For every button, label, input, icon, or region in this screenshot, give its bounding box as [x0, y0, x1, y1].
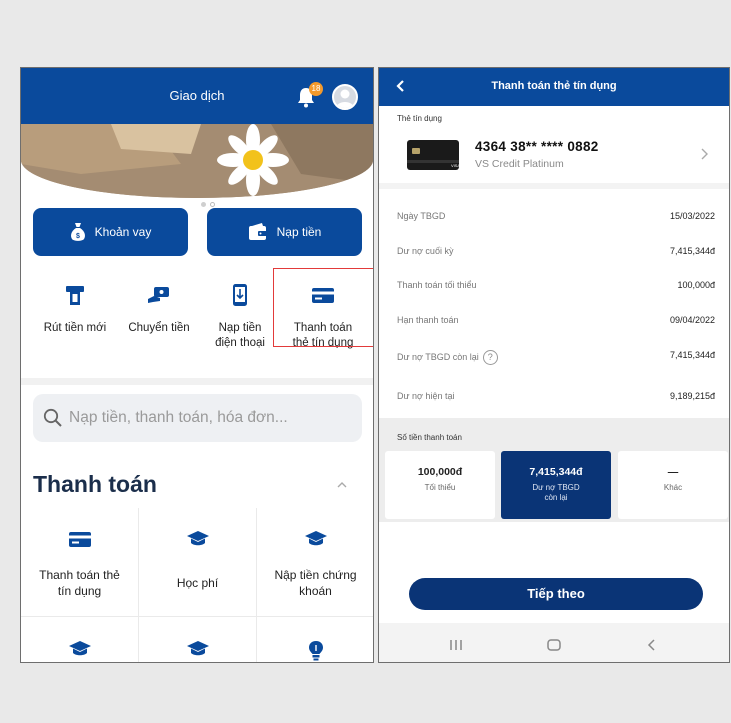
search-input[interactable] [69, 409, 339, 427]
tile-row2-1[interactable] [21, 640, 138, 658]
tile-label: Nập tiền chứng khoán [274, 568, 357, 598]
info-key: Thanh toán tối thiểu [397, 280, 477, 290]
loan-button-label: Khoản vay [94, 225, 152, 239]
phone-topup-icon [233, 284, 247, 306]
home-icon[interactable] [547, 639, 561, 651]
money-transfer-icon [148, 287, 169, 303]
option-amount: 7,415,344đ [529, 466, 583, 478]
tile-tuition[interactable]: Học phí [139, 528, 256, 591]
payment-amount-label: Số tiền thanh toán [397, 433, 462, 442]
divider [21, 378, 373, 385]
top-app-bar: Thanh toán thẻ tín dụng [379, 68, 729, 106]
topup-button[interactable]: Nạp tiền [207, 208, 362, 256]
tile-securities-deposit[interactable]: Nập tiền chứng khoán [257, 528, 373, 599]
info-value: 9,189,215đ [669, 391, 715, 401]
info-row: Dư nợ cuối kỳ 7,415,344đ [397, 246, 715, 260]
tile-row2-3[interactable] [257, 640, 373, 662]
credit-card-icon [68, 531, 91, 547]
info-value: 100,000đ [677, 280, 715, 290]
option-amount: 100,000đ [417, 466, 463, 478]
card-number: 4364 38** **** 0882 [475, 139, 599, 154]
service-transfer[interactable]: Chuyển tiền [117, 283, 201, 336]
notification-badge: 18 [309, 82, 323, 96]
lightbulb-icon [308, 641, 323, 661]
pagination-dot-active [210, 202, 215, 207]
info-row: Hạn thanh toán 09/04/2022 [397, 315, 715, 329]
graduation-cap-icon [186, 641, 209, 656]
chevron-right-icon[interactable] [701, 148, 708, 160]
info-value: 7,415,344đ [669, 350, 715, 360]
info-key: Dư nợ TBGD còn lại? [397, 350, 498, 365]
atm-withdraw-icon [66, 286, 84, 305]
topup-button-label: Nạp tiền [276, 225, 322, 239]
tile-row2-2[interactable] [139, 640, 256, 658]
info-key: Hạn thanh toán [397, 315, 459, 325]
info-value: 15/03/2022 [669, 211, 715, 221]
info-value: 7,415,344đ [669, 246, 715, 256]
search-bar[interactable] [33, 394, 362, 442]
credit-card-image: VISA [407, 140, 459, 170]
recent-apps-icon[interactable] [449, 639, 463, 651]
amount-option-other[interactable]: — Khác [618, 451, 728, 519]
option-caption: Dư nợ TBGD còn lại [532, 483, 580, 502]
amount-option-remaining-balance[interactable]: 7,415,344đ Dư nợ TBGD còn lại [501, 451, 611, 519]
info-row: Dư nợ TBGD còn lại? 7,415,344đ [397, 350, 715, 365]
graduation-cap-icon [68, 641, 91, 656]
tile-credit-card-payment[interactable]: Thanh toán thẻ tín dụng [21, 528, 138, 599]
info-key: Dư nợ cuối kỳ [397, 246, 454, 256]
service-phone-topup[interactable]: Nạp tiền điện thoại [198, 283, 282, 351]
chevron-up-icon[interactable] [337, 482, 347, 488]
service-label: Rút tiền mới [43, 322, 107, 334]
back-icon[interactable] [647, 639, 657, 651]
android-nav-bar [379, 623, 729, 662]
grid-divider [21, 616, 373, 617]
left-phone-screen: Giao dịch 18 $ Khoản vay Nạp tiền Rút ti… [20, 67, 374, 663]
tile-label: Thanh toán thẻ tín dụng [39, 568, 120, 598]
option-caption: Khác [663, 483, 683, 492]
option-caption: Tối thiểu [424, 483, 456, 492]
search-icon [43, 408, 62, 427]
info-key: Ngày TBGD [397, 211, 446, 221]
right-phone-screen: Thanh toán thẻ tín dụng Thẻ tín dụng VIS… [378, 67, 730, 663]
divider [379, 183, 729, 189]
info-row: Dư nợ hiện tại 9,189,215đ [397, 391, 715, 405]
header-title: Thanh toán thẻ tín dụng [491, 80, 617, 92]
pagination-dot [201, 202, 206, 207]
tile-label: Học phí [176, 576, 219, 590]
graduation-cap-icon [186, 531, 209, 546]
info-row: Thanh toán tối thiểu 100,000đ [397, 280, 715, 294]
avatar[interactable] [332, 84, 358, 110]
highlight-box [273, 268, 373, 347]
next-button[interactable]: Tiếp theo [409, 578, 703, 610]
promo-banner[interactable] [21, 124, 373, 198]
graduation-cap-icon [304, 531, 327, 546]
service-withdraw[interactable]: Rút tiền mới [33, 283, 117, 336]
section-title: Thanh toán [33, 471, 157, 497]
wallet-icon [248, 223, 267, 240]
svg-text:$: $ [76, 233, 80, 240]
loan-button[interactable]: $ Khoản vay [33, 208, 188, 256]
service-label: Chuyển tiền [128, 322, 190, 334]
money-bag-icon: $ [70, 223, 85, 241]
amount-option-minimum[interactable]: 100,000đ Tối thiểu [385, 451, 495, 519]
info-row: Ngày TBGD 15/03/2022 [397, 211, 715, 225]
question-icon[interactable]: ? [482, 350, 498, 365]
service-label: Nạp tiền điện thoại [215, 322, 265, 349]
top-app-bar: Giao dịch 18 [21, 68, 373, 124]
info-value: 09/04/2022 [669, 315, 715, 325]
svg-text:VISA: VISA [451, 163, 459, 168]
option-amount: — [667, 466, 679, 478]
info-key: Dư nợ hiện tại [397, 391, 455, 401]
card-product-name: VS Credit Platinum [475, 158, 564, 170]
card-section-label: Thẻ tín dụng [397, 114, 442, 123]
